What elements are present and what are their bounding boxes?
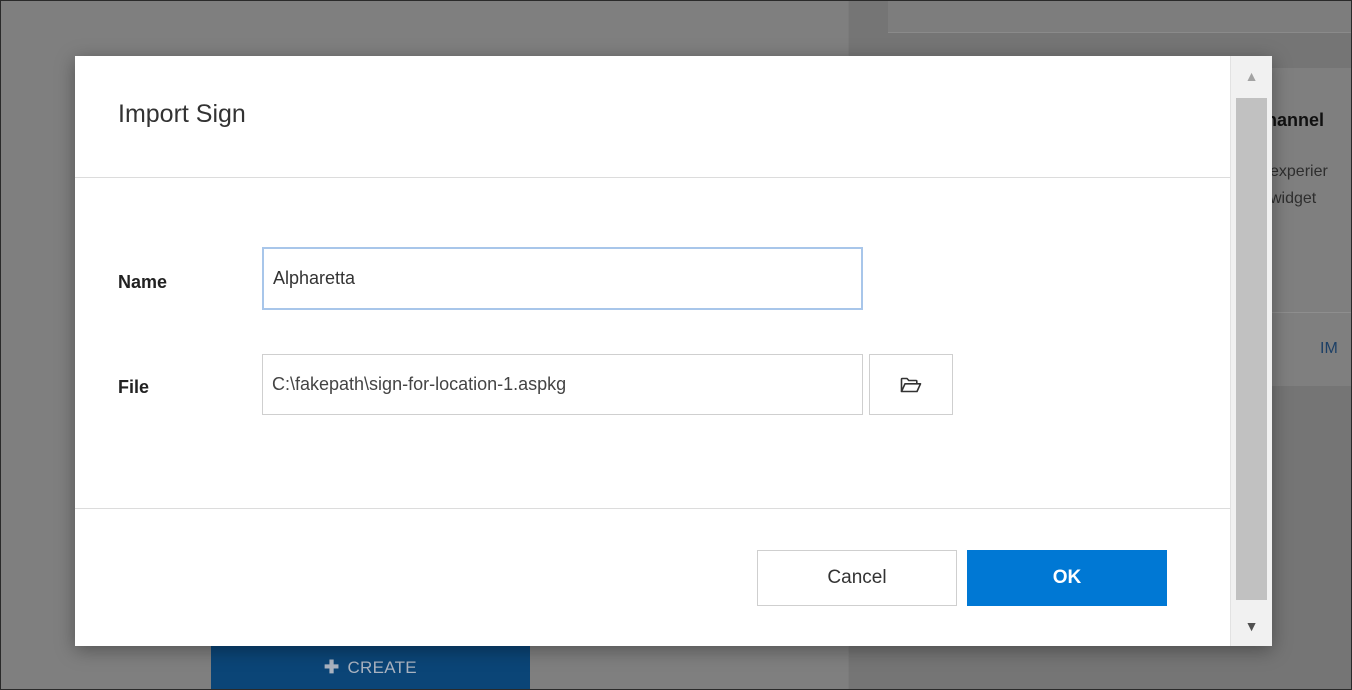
dialog-footer-divider <box>75 508 1230 509</box>
dialog-title: Import Sign <box>118 100 246 128</box>
name-input[interactable] <box>262 247 863 310</box>
scroll-down-arrow-icon[interactable]: ▼ <box>1231 606 1272 646</box>
scroll-up-arrow-icon[interactable]: ▲ <box>1231 56 1272 96</box>
folder-open-icon <box>900 377 922 392</box>
cancel-button[interactable]: Cancel <box>757 550 957 606</box>
dialog-content: Import Sign Name File Cancel OK <box>75 56 1230 646</box>
file-path-input[interactable] <box>262 354 863 415</box>
dialog-header: Import Sign <box>75 56 1230 178</box>
import-sign-dialog: Import Sign Name File Cancel OK ▲ ▼ <box>75 56 1272 646</box>
screen: hannel experier widget IM ✚ CREATE Impor… <box>0 0 1352 690</box>
file-label: File <box>118 377 150 397</box>
dialog-scrollbar[interactable]: ▲ ▼ <box>1230 56 1272 646</box>
name-label: Name <box>118 272 168 292</box>
browse-file-button[interactable] <box>869 354 953 415</box>
scrollbar-thumb[interactable] <box>1236 98 1267 600</box>
ok-button[interactable]: OK <box>967 550 1167 606</box>
